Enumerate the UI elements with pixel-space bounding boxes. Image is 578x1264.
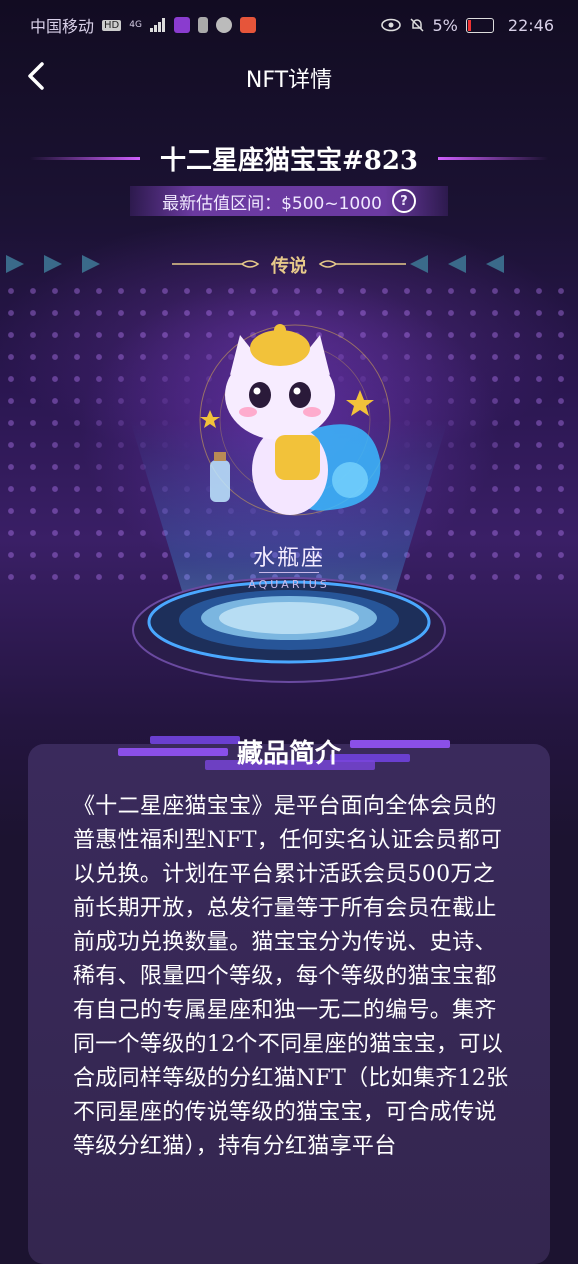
intro-heading: 藏品简介 — [236, 739, 341, 769]
valuation-bar: 最新估值区间：$500~1000 ? — [130, 186, 448, 216]
clock: 22:46 — [507, 15, 554, 35]
network-label: 4G — [129, 20, 142, 30]
hd-badge: HD — [102, 19, 122, 31]
page-title: NFT详情 — [245, 68, 333, 93]
cat-aquarius-illustration — [199, 324, 391, 516]
battery-icon — [465, 17, 494, 33]
question-circle-icon[interactable]: ? — [391, 189, 416, 213]
zodiac-divider — [259, 572, 319, 573]
nav-bar: NFT详情 — [0, 50, 578, 102]
carrier-label: 中国移动 — [30, 17, 95, 36]
app-notification-icon — [173, 17, 190, 33]
eye-icon — [380, 18, 401, 32]
intro-body: 《十二星座猫宝宝》是平台面向全体会员的普惠性福利型NFT，任何实名认证会员都可以… — [73, 794, 509, 1159]
zodiac-english: AQUARIUS — [248, 578, 330, 591]
signal-icon — [149, 18, 165, 32]
alert-notification-icon — [197, 17, 208, 33]
valuation-label: 最新估值区间： — [162, 193, 282, 214]
valuation-range: $500~1000 — [281, 193, 382, 214]
rarity-label: 传说 — [271, 256, 307, 277]
pedestal — [132, 577, 446, 683]
zodiac-name: 水瓶座 — [252, 546, 325, 571]
mute-bell-icon — [409, 18, 424, 32]
nft-title: 十二星座猫宝宝#823 — [159, 146, 419, 176]
shop-notification-icon — [239, 17, 256, 33]
status-bar: 中国移动 HD 4G 5% 22:46 — [0, 0, 578, 50]
battery-percent: 5% — [432, 15, 458, 35]
wechat-icon — [215, 17, 232, 33]
